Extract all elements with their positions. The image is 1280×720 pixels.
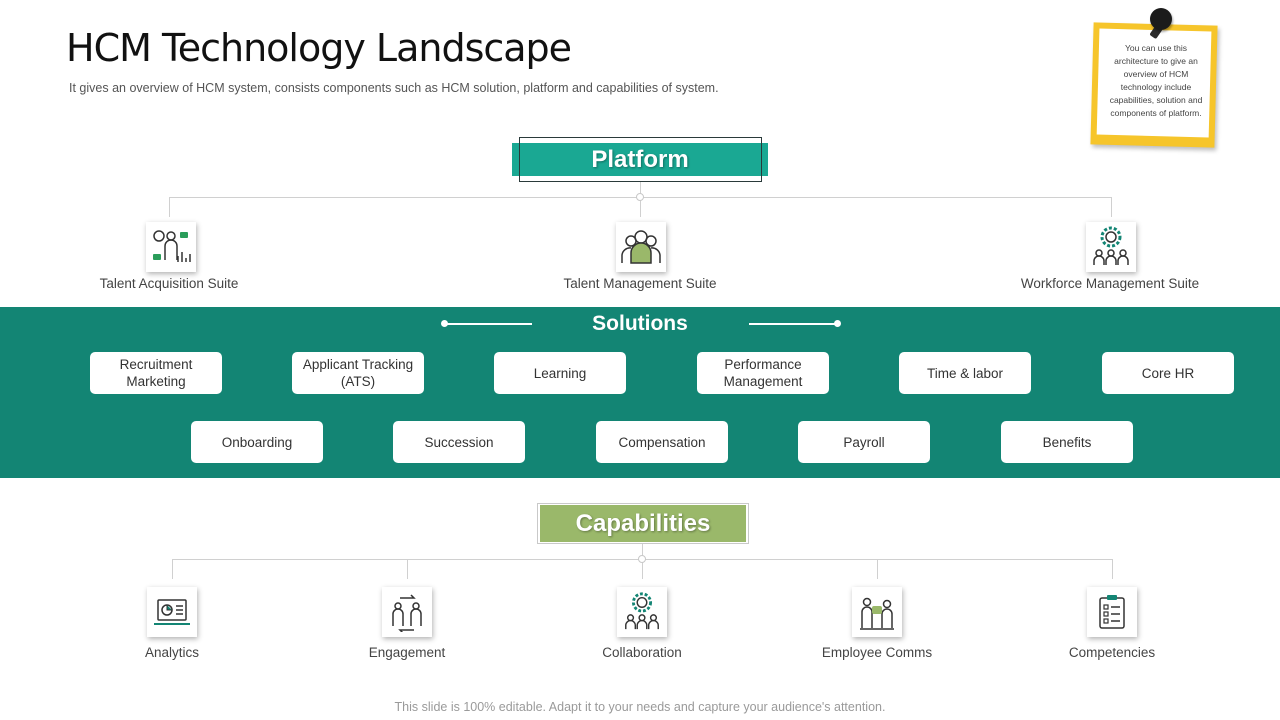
solution-pill: Payroll xyxy=(798,421,930,463)
solutions-line-dot-right xyxy=(834,320,841,327)
solution-pill: Succession xyxy=(393,421,525,463)
capabilities-connector-drop-2 xyxy=(407,559,408,579)
capabilities-connector-node xyxy=(638,555,646,563)
solution-pill: Time & labor xyxy=(899,352,1031,394)
solutions-title: Solutions xyxy=(592,312,688,335)
platform-item-label: Talent Acquisition Suite xyxy=(99,276,239,291)
solution-pill: Recruitment Marketing xyxy=(90,352,222,394)
solution-pill: Applicant Tracking (ATS) xyxy=(292,352,424,394)
capability-label: Employee Comms xyxy=(821,645,933,660)
people-analytics-icon xyxy=(146,222,196,272)
capability-label: Engagement xyxy=(368,645,446,660)
platform-item-label: Workforce Management Suite xyxy=(1020,276,1200,291)
platform-connector-drop-3 xyxy=(1111,197,1112,217)
capability-label: Competencies xyxy=(1068,645,1156,660)
capabilities-connector-drop-5 xyxy=(1112,559,1113,579)
people-exchange-icon xyxy=(382,587,432,637)
solution-pill: Onboarding xyxy=(191,421,323,463)
people-chat-icon xyxy=(852,587,902,637)
page-subtitle: It gives an overview of HCM system, cons… xyxy=(69,81,719,95)
pushpin-icon xyxy=(1150,8,1172,30)
platform-connector-drop-1 xyxy=(169,197,170,217)
capability-label: Analytics xyxy=(144,645,200,660)
capabilities-connector-drop-1 xyxy=(172,559,173,579)
capability-label: Collaboration xyxy=(602,645,682,660)
solutions-line-right xyxy=(749,323,835,325)
team-group-icon xyxy=(616,222,666,272)
capabilities-connector-drop-4 xyxy=(877,559,878,579)
platform-title: Platform xyxy=(591,146,689,173)
solutions-line-left xyxy=(446,323,532,325)
solution-pill: Learning xyxy=(494,352,626,394)
page-title: HCM Technology Landscape xyxy=(66,26,572,70)
checklist-icon xyxy=(1087,587,1137,637)
solution-pill: Performance Management xyxy=(697,352,829,394)
platform-connector-node xyxy=(636,193,644,201)
platform-item-label: Talent Management Suite xyxy=(563,276,717,291)
gear-people-icon xyxy=(617,587,667,637)
footer-note: This slide is 100% editable. Adapt it to… xyxy=(394,700,886,714)
solution-pill: Core HR xyxy=(1102,352,1234,394)
laptop-chart-icon xyxy=(147,587,197,637)
sticky-note-text: You can use this architecture to give an… xyxy=(1109,43,1203,118)
gear-people-icon xyxy=(1086,222,1136,272)
solution-pill: Compensation xyxy=(596,421,728,463)
solution-pill: Benefits xyxy=(1001,421,1133,463)
capabilities-title: Capabilities xyxy=(575,510,711,537)
